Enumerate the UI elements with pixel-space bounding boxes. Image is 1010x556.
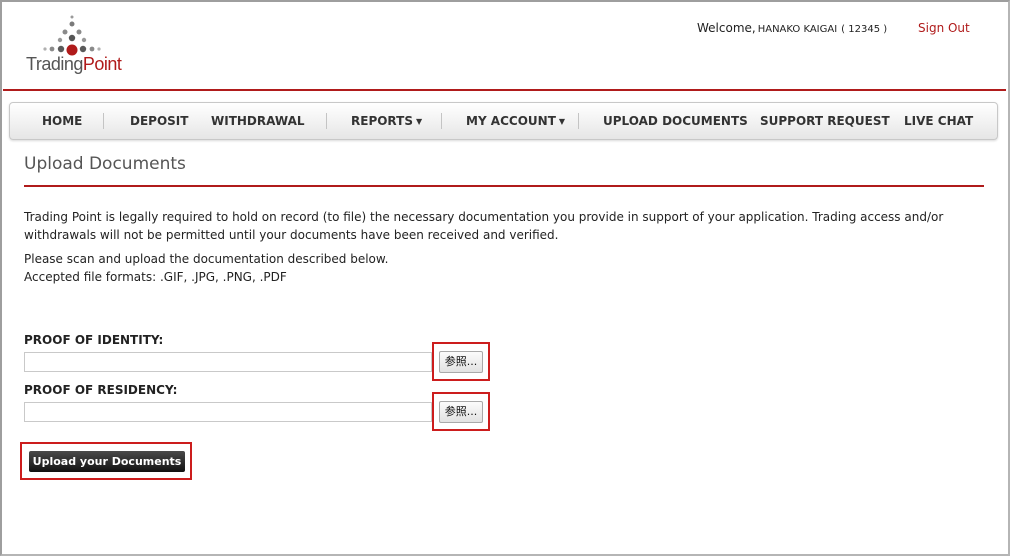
user-name: HANAKO KAIGAI (757, 24, 838, 35)
logo-text: TradingPoint (26, 54, 122, 75)
nav-home-label: HOME (42, 114, 83, 128)
identity-browse-button[interactable]: 参照... (439, 351, 483, 373)
instructions-text: Please scan and upload the documentation… (24, 252, 389, 266)
logo[interactable]: TradingPoint (24, 14, 134, 78)
header-divider (3, 89, 1006, 91)
welcome-message: Welcome, HANAKO KAIGAI( 12345 ) (697, 21, 887, 35)
nav-withdrawal[interactable]: WITHDRAWAL (211, 103, 305, 139)
sign-out-link[interactable]: Sign Out (918, 21, 970, 35)
nav-support-request-label: SUPPORT REQUEST (760, 114, 890, 128)
residency-file-field[interactable] (24, 402, 432, 422)
title-divider (24, 185, 984, 187)
identity-file-field[interactable] (24, 352, 432, 372)
nav-support-request[interactable]: SUPPORT REQUEST (760, 103, 890, 139)
nav-home[interactable]: HOME (42, 103, 82, 139)
nav-my-account[interactable]: MY ACCOUNT ▼ (466, 103, 565, 139)
account-number: ( 12345 ) (841, 24, 888, 35)
identity-label: PROOF OF IDENTITY: (24, 333, 164, 347)
nav-withdrawal-label: WITHDRAWAL (211, 114, 305, 128)
nav-deposit-label: DEPOSIT (130, 114, 189, 128)
nav-my-account-label: MY ACCOUNT (466, 114, 556, 128)
nav-separator (578, 113, 579, 129)
nav-live-chat-label: LIVE CHAT (904, 114, 974, 128)
nav-reports-label: REPORTS (351, 114, 413, 128)
upload-documents-button[interactable]: Upload your Documents (29, 451, 185, 472)
logo-text-point: Point (82, 54, 122, 74)
main-nav: HOME DEPOSIT WITHDRAWAL REPORTS ▼ MY ACCO… (9, 102, 998, 140)
page-title: Upload Documents (24, 154, 186, 174)
caret-down-icon: ▼ (558, 117, 566, 126)
welcome-prefix: Welcome, (697, 21, 756, 35)
caret-down-icon: ▼ (415, 117, 423, 126)
nav-deposit[interactable]: DEPOSIT (130, 103, 188, 139)
logo-dots-icon (43, 15, 101, 56)
nav-separator (103, 113, 104, 129)
nav-separator (326, 113, 327, 129)
nav-separator (441, 113, 442, 129)
nav-reports[interactable]: REPORTS ▼ (351, 103, 422, 139)
intro-text: Trading Point is legally required to hol… (24, 210, 944, 242)
residency-browse-button[interactable]: 参照... (439, 401, 483, 423)
formats-text: Accepted file formats: .GIF, .JPG, .PNG,… (24, 270, 287, 284)
nav-live-chat[interactable]: LIVE CHAT (904, 103, 973, 139)
residency-label: PROOF OF RESIDENCY: (24, 383, 178, 397)
nav-upload-documents[interactable]: UPLOAD DOCUMENTS (603, 103, 748, 139)
logo-text-trading: Trading (26, 54, 83, 74)
nav-upload-documents-label: UPLOAD DOCUMENTS (603, 114, 748, 128)
